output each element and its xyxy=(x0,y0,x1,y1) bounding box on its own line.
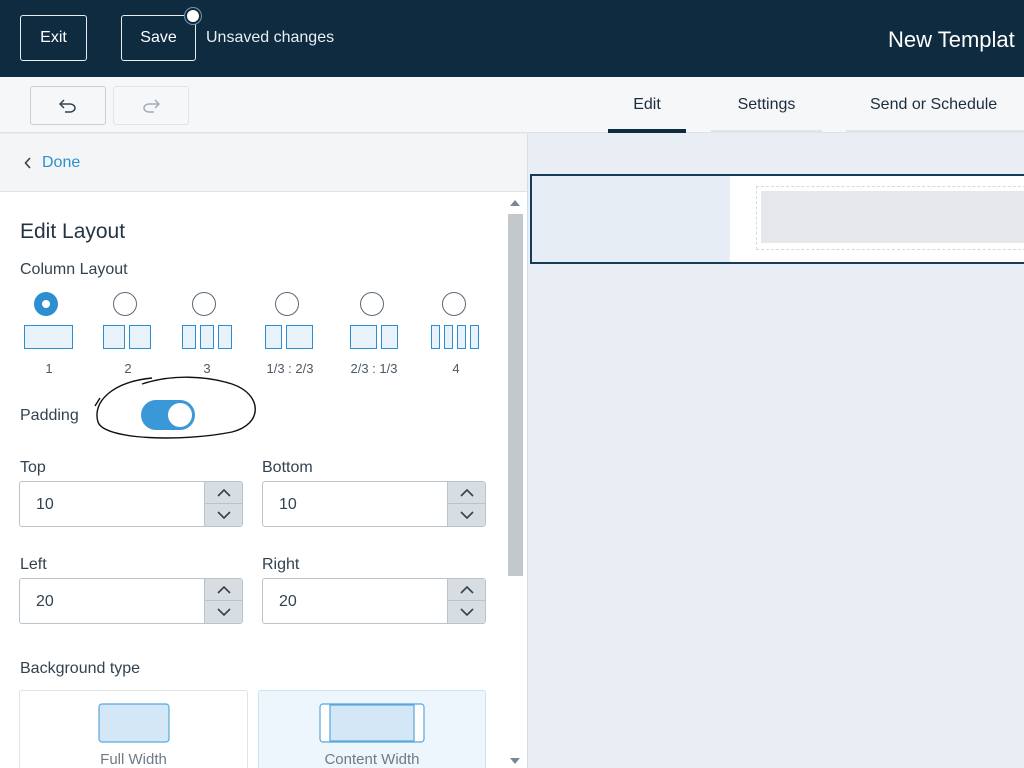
increment-button[interactable] xyxy=(205,579,243,601)
padding-label: Padding xyxy=(20,407,79,424)
tab-settings[interactable]: Settings xyxy=(711,77,822,133)
redo-button[interactable] xyxy=(113,86,189,125)
undo-button[interactable] xyxy=(30,86,106,125)
three-column-icon[interactable] xyxy=(182,325,232,349)
decrement-button[interactable] xyxy=(448,504,486,526)
done-label: Done xyxy=(42,154,81,171)
exit-button[interactable]: Exit xyxy=(20,15,87,61)
chevron-down-icon xyxy=(460,608,474,616)
full-width-caption: Full Width xyxy=(100,751,167,768)
chevron-up-icon xyxy=(460,585,474,594)
background-type-label: Background type xyxy=(20,660,141,677)
column-caption: 1 xyxy=(45,361,53,376)
column-caption: 4 xyxy=(452,361,460,376)
column-layout-radio-3[interactable] xyxy=(192,292,216,316)
one-column-icon[interactable] xyxy=(24,325,73,349)
decrement-button[interactable] xyxy=(205,504,243,526)
left-label: Left xyxy=(20,556,47,573)
two-column-icon[interactable] xyxy=(103,325,151,349)
padding-left-field[interactable]: 20 xyxy=(19,578,243,624)
chevron-down-icon xyxy=(217,511,231,519)
row-content-area xyxy=(730,176,1024,262)
increment-button[interactable] xyxy=(205,482,243,504)
padding-top-value: 10 xyxy=(36,496,54,513)
column-layout-radio-1[interactable] xyxy=(34,292,58,316)
column-layout-radio-2[interactable] xyxy=(113,292,137,316)
top-label: Top xyxy=(20,459,46,476)
column-layout-radio-4[interactable] xyxy=(442,292,466,316)
undo-icon xyxy=(59,98,76,113)
padding-toggle[interactable] xyxy=(141,400,195,430)
increment-button[interactable] xyxy=(448,579,486,601)
placeholder-block xyxy=(761,191,1024,243)
template-title: New Templat xyxy=(888,27,1015,52)
scroll-down-arrow[interactable] xyxy=(510,758,520,764)
padding-top-field[interactable]: 10 xyxy=(19,481,243,527)
scroll-up-arrow[interactable] xyxy=(510,200,520,206)
column-layout-radio-2-3-1-3[interactable] xyxy=(360,292,384,316)
padding-left-stepper xyxy=(204,579,243,623)
padding-left-value: 20 xyxy=(36,593,54,610)
edit-layout-panel: Done Edit Layout Column Layout 1 2 3 1/3… xyxy=(0,134,528,768)
selected-layout-row[interactable] xyxy=(530,174,1024,264)
email-canvas xyxy=(528,134,1024,768)
bottom-label: Bottom xyxy=(262,459,313,476)
editor-toolbar: Edit Settings Send or Schedule xyxy=(0,77,1024,133)
done-bar: Done xyxy=(0,134,527,192)
four-column-icon[interactable] xyxy=(431,325,479,349)
tab-send-or-schedule[interactable]: Send or Schedule xyxy=(846,77,1024,133)
chevron-down-icon xyxy=(460,511,474,519)
unsaved-status-text: Unsaved changes xyxy=(206,29,335,46)
padding-bottom-field[interactable]: 10 xyxy=(262,481,486,527)
padding-bottom-value: 10 xyxy=(279,496,297,513)
padding-top-stepper xyxy=(204,482,243,526)
content-width-caption: Content Width xyxy=(324,751,420,768)
content-width-icon xyxy=(319,703,425,743)
chevron-up-icon xyxy=(217,585,231,594)
section-title: Edit Layout xyxy=(20,220,126,243)
two-thirds-one-third-icon[interactable] xyxy=(350,325,398,349)
column-caption: 3 xyxy=(203,361,211,376)
decrement-button[interactable] xyxy=(448,601,486,623)
column-layout-radio-1-3-2-3[interactable] xyxy=(275,292,299,316)
one-third-two-thirds-icon[interactable] xyxy=(265,325,313,349)
content-placeholder[interactable] xyxy=(756,186,1024,250)
decrement-button[interactable] xyxy=(205,601,243,623)
column-caption: 2 xyxy=(124,361,132,376)
column-layout-label: Column Layout xyxy=(20,261,128,278)
padding-right-stepper xyxy=(447,579,486,623)
top-bar: Exit Save Unsaved changes New Templat xyxy=(0,0,1024,77)
increment-button[interactable] xyxy=(448,482,486,504)
unsaved-indicator-dot xyxy=(185,8,201,24)
done-link[interactable]: Done xyxy=(24,154,80,172)
column-caption: 1/3 : 2/3 xyxy=(266,361,314,376)
column-caption: 2/3 : 1/3 xyxy=(350,361,398,376)
chevron-left-icon xyxy=(24,157,31,169)
full-width-icon xyxy=(98,703,170,743)
chevron-down-icon xyxy=(217,608,231,616)
scrollbar-thumb[interactable] xyxy=(508,214,523,576)
save-button[interactable]: Save xyxy=(121,15,196,61)
chevron-up-icon xyxy=(217,488,231,497)
padding-right-value: 20 xyxy=(279,593,297,610)
right-label: Right xyxy=(262,556,300,573)
padding-right-field[interactable]: 20 xyxy=(262,578,486,624)
chevron-up-icon xyxy=(460,488,474,497)
tab-edit[interactable]: Edit xyxy=(608,77,686,133)
padding-bottom-stepper xyxy=(447,482,486,526)
redo-icon xyxy=(143,98,160,113)
